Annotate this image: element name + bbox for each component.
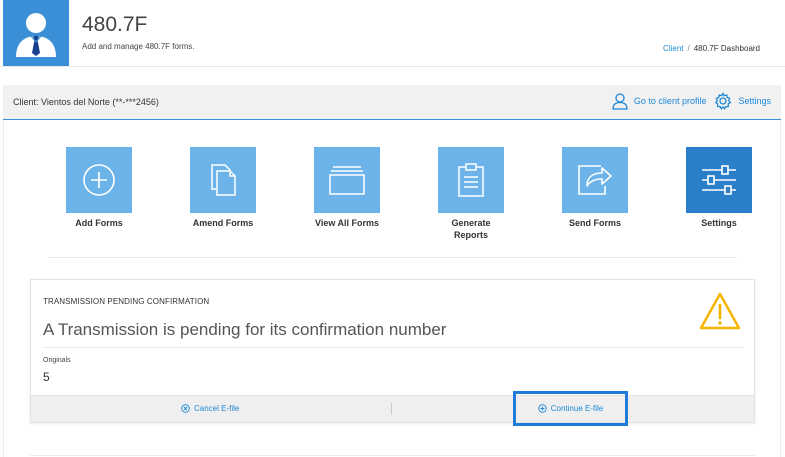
footer-separator: [391, 403, 392, 415]
send-forms-tile-box: [562, 147, 628, 213]
add-forms-tile[interactable]: Add Forms: [49, 147, 149, 229]
add-forms-tile-box: [66, 147, 132, 213]
view-all-forms-tile-box: [314, 147, 380, 213]
continue-efile-label: Continue E-file: [550, 404, 604, 413]
client-bar: Client: Vientos del Norte (**-***2456) G…: [3, 85, 781, 120]
view-all-forms-tile[interactable]: View All Forms: [297, 147, 397, 229]
documents-icon: [211, 164, 236, 196]
share-icon: [578, 165, 612, 195]
page-subtitle: Add and manage 480.7F forms.: [82, 42, 195, 51]
settings-tile[interactable]: Settings: [669, 147, 769, 229]
bottom-divider: [30, 455, 755, 456]
user-icon: [16, 13, 56, 57]
page-title: 480.7F: [82, 13, 148, 36]
avatar: [3, 0, 69, 66]
add-forms-label: Add Forms: [75, 218, 123, 228]
continue-efile-button[interactable]: Continue E-file: [538, 404, 603, 413]
originals-label: Originals: [43, 357, 71, 364]
send-forms-label: Send Forms: [568, 218, 621, 228]
client-settings-link[interactable]: Settings: [714, 92, 771, 110]
settings-label: Settings: [701, 218, 737, 228]
page-header: 480.7F Add and manage 480.7F forms. Clie…: [0, 0, 785, 67]
card-divider: [43, 347, 743, 348]
cancel-efile-button[interactable]: Cancel E-file: [181, 404, 239, 413]
pending-transmission-card: TRANSMISSION PENDING CONFIRMATION A Tran…: [30, 279, 755, 426]
client-actions: Go to client profile Settings: [612, 92, 771, 110]
plus-circle-small-icon: [538, 404, 547, 413]
generate-reports-tile[interactable]: Generate Reports: [421, 147, 521, 241]
header-divider: [0, 66, 785, 67]
gear-icon: [715, 92, 732, 110]
client-settings-label: Settings: [738, 96, 771, 106]
close-circle-icon: [181, 404, 190, 413]
breadcrumb-current: 480.7F Dashboard: [693, 44, 760, 53]
dashboard-panel: Add Forms Amend Forms View All Forms Gen…: [3, 120, 781, 457]
tiles-divider: [49, 257, 737, 258]
warning-icon: [699, 292, 741, 330]
person-outline-icon: [612, 92, 628, 110]
breadcrumb-separator: /: [687, 44, 690, 53]
folder-icon: [329, 166, 365, 195]
generate-reports-tile-box: [438, 147, 504, 213]
send-forms-tile[interactable]: Send Forms: [545, 147, 645, 229]
plus-circle-icon: [83, 164, 115, 196]
clipboard-icon: [458, 163, 484, 197]
client-profile-label: Go to client profile: [633, 96, 707, 106]
settings-tile-box: [686, 147, 752, 213]
amend-forms-tile[interactable]: Amend Forms: [173, 147, 273, 229]
view-all-forms-label: View All Forms: [314, 218, 380, 228]
breadcrumb-client-link[interactable]: Client: [663, 44, 683, 53]
cancel-efile-label: Cancel E-file: [194, 404, 240, 413]
sliders-icon: [702, 165, 736, 195]
client-name-label: Client: Vientos del Norte (**-***2456): [13, 97, 159, 107]
pending-caption: TRANSMISSION PENDING CONFIRMATION: [43, 297, 210, 306]
amend-forms-tile-box: [190, 147, 256, 213]
amend-forms-label: Amend Forms: [192, 218, 254, 228]
go-to-client-profile-link[interactable]: Go to client profile: [612, 92, 707, 110]
originals-value: 5: [43, 370, 50, 384]
action-tiles: Add Forms Amend Forms View All Forms Gen…: [49, 147, 752, 247]
breadcrumb: Client /480.7F Dashboard: [663, 44, 760, 53]
generate-reports-label: Generate Reports: [451, 218, 491, 240]
continue-efile-highlight: Continue E-file: [513, 391, 628, 426]
pending-title: A Transmission is pending for its confir…: [43, 320, 447, 339]
card-footer: Cancel E-file Continue E-file: [31, 391, 754, 426]
